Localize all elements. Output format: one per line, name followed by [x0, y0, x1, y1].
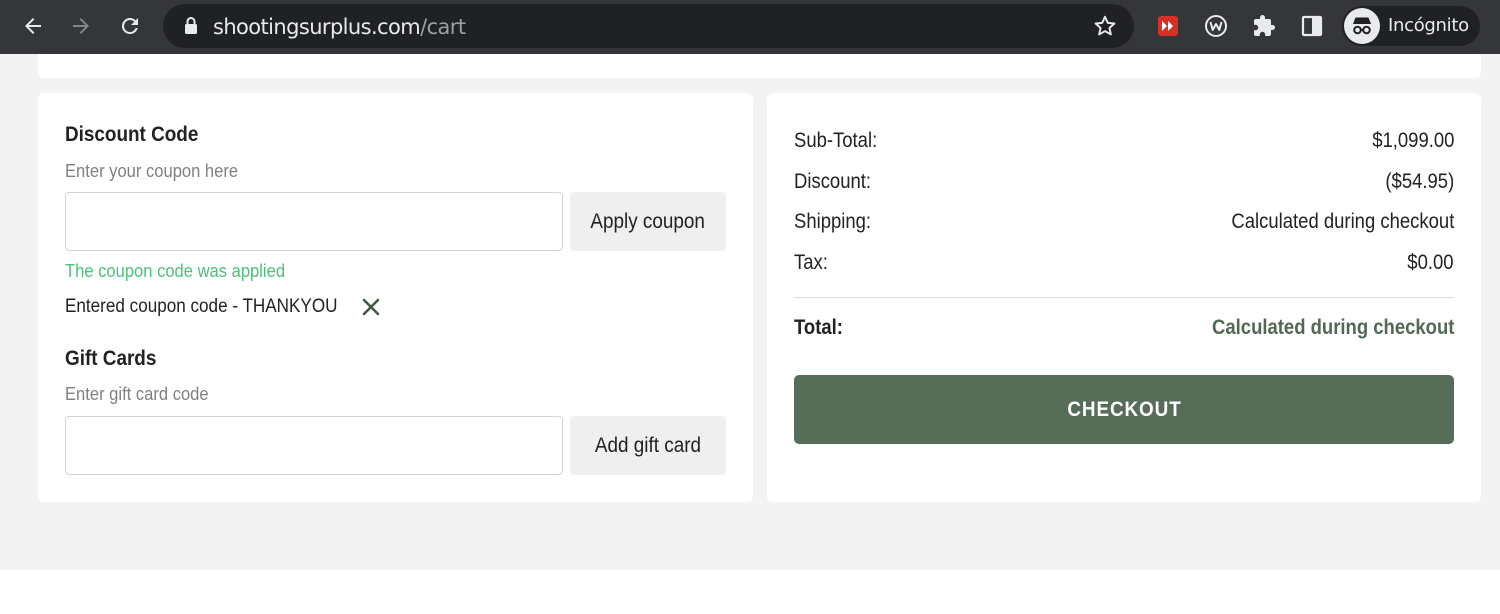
discount-title: Discount Code: [65, 123, 199, 146]
checkout-label: CHECKOUT: [1066, 397, 1182, 421]
incognito-icon: [1353, 17, 1371, 35]
shipping-row: Shipping: Calculated during checkout: [794, 210, 1454, 240]
remove-coupon-button[interactable]: [360, 296, 382, 318]
apply-coupon-button[interactable]: Apply coupon: [570, 192, 726, 251]
subtotal-row: Sub-Total: $1,099.00: [794, 129, 1454, 159]
summary-divider: [794, 297, 1454, 298]
address-bar[interactable]: shootingsurplus.com/cart: [163, 4, 1134, 48]
add-gift-card-button[interactable]: Add gift card: [570, 416, 726, 475]
reload-icon: [121, 17, 138, 34]
coupon-input[interactable]: [65, 192, 563, 251]
subtotal-label: Sub-Total:: [794, 129, 878, 152]
gift-card-input[interactable]: [65, 416, 563, 475]
discount-value: ($54.95): [1385, 170, 1454, 193]
tax-label: Tax:: [794, 251, 828, 274]
url-text: shootingsurplus.com/cart: [213, 15, 466, 39]
back-icon: [25, 18, 41, 34]
forward-button[interactable]: [63, 8, 99, 44]
total-label: Total:: [794, 316, 843, 339]
extension-button-w[interactable]: [1200, 10, 1232, 42]
add-gift-card-label: Add gift card: [594, 433, 702, 457]
entered-coupon-text: Entered coupon code - THANKYOU: [65, 296, 338, 317]
star-icon[interactable]: [1092, 13, 1118, 39]
side-panel-button[interactable]: [1296, 10, 1328, 42]
subtotal-value: $1,099.00: [1371, 129, 1454, 152]
puzzle-icon: [1254, 15, 1275, 36]
incognito-profile-button[interactable]: Incógnito: [1342, 6, 1480, 46]
forward-icon: [73, 18, 89, 34]
discount-row: Discount: ($54.95): [794, 170, 1454, 200]
gift-card-hint: Enter gift card code: [65, 384, 209, 404]
page-content: Discount Code Enter your coupon here App…: [0, 54, 1500, 570]
shipping-value: Calculated during checkout: [1231, 210, 1454, 233]
extensions-button[interactable]: [1248, 10, 1280, 42]
reload-button[interactable]: [112, 8, 148, 44]
gift-cards-title: Gift Cards: [65, 347, 157, 370]
close-icon: [362, 298, 380, 316]
discount-hint: Enter your coupon here: [65, 161, 239, 181]
apply-coupon-label: Apply coupon: [590, 209, 706, 233]
total-value: Calculated during checkout: [1211, 316, 1454, 339]
back-button[interactable]: [15, 8, 51, 44]
total-row: Total: Calculated during checkout: [794, 316, 1454, 346]
cart-items-panel: [38, 54, 1481, 78]
url-path: /cart: [420, 15, 466, 39]
checkout-button[interactable]: CHECKOUT: [794, 375, 1454, 444]
url-host: shootingsurplus.com: [213, 15, 421, 39]
browser-toolbar: shootingsurplus.com/cart Incógnito: [0, 0, 1500, 54]
order-summary-panel: Sub-Total: $1,099.00 Discount: ($54.95) …: [767, 93, 1481, 502]
shipping-label: Shipping:: [794, 210, 872, 233]
extension-icon: [1158, 16, 1178, 36]
coupon-panel: Discount Code Enter your coupon here App…: [38, 93, 753, 502]
tax-row: Tax: $0.00: [794, 251, 1454, 281]
coupon-applied-message: The coupon code was applied: [65, 261, 286, 281]
lock-icon[interactable]: [183, 16, 199, 36]
extension-button-red[interactable]: [1152, 10, 1184, 42]
tax-value: $0.00: [1407, 251, 1454, 274]
entered-coupon: Entered coupon code - THANKYOU: [65, 296, 382, 318]
profile-label: Incógnito: [1388, 15, 1469, 36]
incognito-avatar: [1344, 8, 1380, 44]
side-panel-icon: [1301, 15, 1323, 37]
discount-label: Discount:: [794, 170, 872, 193]
extension-w-icon: [1205, 15, 1227, 37]
